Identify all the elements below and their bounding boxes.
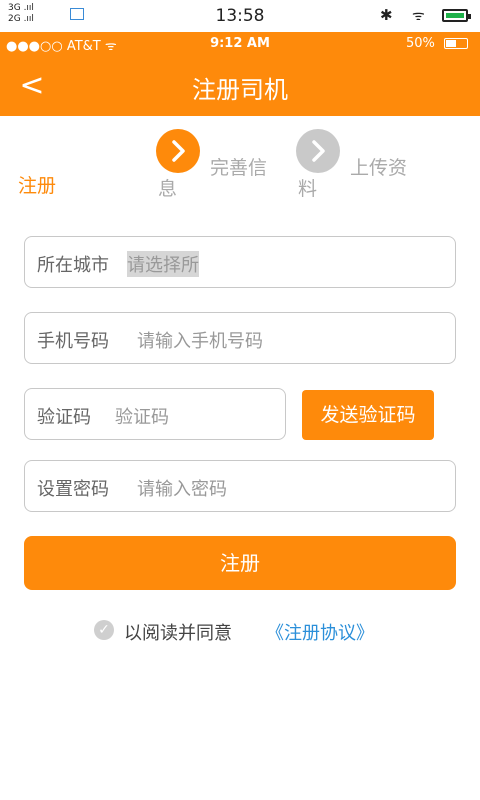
step-upload-docs-label-2: 料	[298, 178, 318, 200]
phone-label: 手机号码	[37, 331, 109, 352]
ios-battery-icon	[444, 38, 468, 49]
chevron-right-icon	[172, 140, 185, 162]
wifi-icon: ᯤ	[412, 8, 425, 24]
step-complete-info-label-2: 息	[158, 178, 178, 200]
city-placeholder: 请选择所	[127, 251, 199, 277]
ios-battery-percent: 50%	[406, 36, 435, 51]
battery-icon	[442, 9, 471, 22]
phone-placeholder: 请输入手机号码	[137, 331, 263, 352]
step-register-label: 注册	[18, 175, 57, 197]
city-select[interactable]: 所在城市 请选择所	[24, 236, 456, 288]
page-title: 注册司机	[192, 76, 288, 104]
step-upload-docs-icon	[296, 129, 340, 173]
system-time: 13:58	[215, 6, 265, 26]
code-label: 验证码	[37, 407, 91, 428]
register-button[interactable]: 注册	[24, 536, 456, 590]
phone-field[interactable]: 手机号码 请输入手机号码	[24, 312, 456, 364]
password-label: 设置密码	[37, 479, 109, 500]
agreement-link[interactable]: 《注册协议》	[266, 619, 374, 645]
bluetooth-icon: ✱	[380, 6, 393, 24]
password-field[interactable]: 设置密码 请输入密码	[24, 460, 456, 512]
password-placeholder: 请输入密码	[137, 479, 227, 500]
step-complete-info-icon	[156, 129, 200, 173]
step-complete-info-label: 完善信	[210, 157, 268, 179]
step-upload-docs-label: 上传资	[350, 157, 408, 179]
verification-code-field[interactable]: 验证码 验证码	[24, 388, 286, 440]
agree-checkbox[interactable]: ✓	[94, 620, 114, 640]
code-placeholder: 验证码	[115, 407, 169, 428]
chevron-right-icon	[312, 140, 325, 162]
send-code-button[interactable]: 发送验证码	[302, 390, 434, 440]
city-label: 所在城市	[37, 255, 109, 276]
agree-text: 以阅读并同意	[124, 623, 232, 644]
